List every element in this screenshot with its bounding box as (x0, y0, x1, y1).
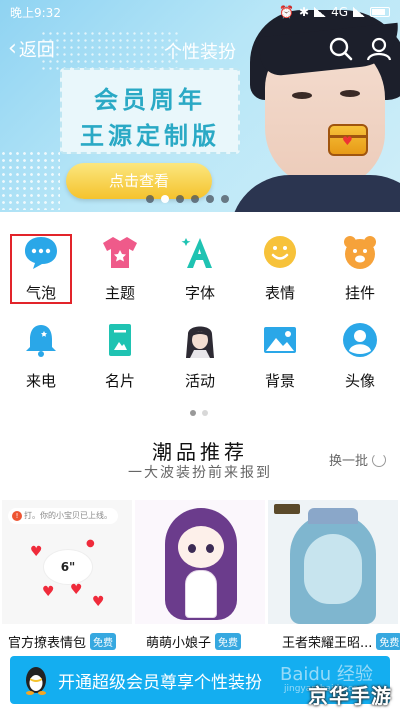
landscape-image-icon (264, 327, 296, 353)
category-ringtone[interactable]: 来电 (5, 300, 77, 390)
category-label: 头像 (344, 372, 375, 390)
pager-dot (221, 195, 229, 203)
qq-penguin-icon (26, 667, 46, 695)
character-avatar-icon (186, 326, 214, 358)
product-card[interactable] (135, 500, 265, 624)
product-card[interactable] (268, 500, 398, 624)
product-name: 官方撩表情包 (8, 636, 87, 651)
product-caption[interactable]: 萌萌小娘子 免费 (146, 632, 242, 651)
page-title: 个性装扮 (164, 42, 236, 63)
pager-dot (176, 195, 184, 203)
category-emoji[interactable]: 表情 (244, 212, 316, 302)
heart-icon: ♥ (42, 584, 55, 600)
category-pager (190, 410, 208, 416)
top-nav: ‹ 返回 个性装扮 (0, 30, 400, 70)
search-icon[interactable] (328, 36, 354, 62)
signal-icon (314, 7, 327, 17)
product-card[interactable]: 打。你的小宝贝已上线。 6" ♥ ♥ ♥ ♥ ● (2, 500, 132, 624)
pager-dot-active (161, 195, 169, 203)
heart-icon: ● (86, 538, 95, 549)
refresh-icon (372, 452, 386, 467)
pager-dot-active (190, 410, 196, 416)
category-label: 背景 (264, 372, 295, 390)
product-name: 王者荣耀王昭... (282, 636, 373, 651)
category-label: 名片 (104, 372, 135, 390)
chat-preview-bubble: 打。你的小宝贝已上线。 (8, 508, 118, 524)
category-avatar[interactable]: 头像 (324, 300, 396, 390)
bear-pendant-icon (344, 236, 376, 269)
highlight-box (10, 234, 72, 304)
bell-icon (26, 325, 56, 357)
signal-icon (353, 7, 365, 17)
font-a-icon (181, 238, 212, 268)
category-theme[interactable]: 主题 (84, 212, 156, 302)
card-icon (109, 324, 131, 356)
pager-dot (191, 195, 199, 203)
heart-icon: ♥ (70, 582, 83, 598)
product-caption[interactable]: 官方撩表情包 免费 (8, 632, 117, 651)
banner-pager (146, 195, 229, 203)
promo-card: 会员周年 王源定制版 (60, 68, 240, 154)
status-bar: 晚上9:32 ⏰ ✱ 4G (0, 0, 400, 24)
smiley-icon (264, 236, 296, 268)
bluetooth-icon: ✱ (299, 5, 310, 19)
free-badge: 免费 (90, 633, 117, 650)
category-background[interactable]: 背景 (244, 300, 316, 390)
status-time: 晚上9:32 (10, 5, 61, 20)
category-pendant[interactable]: 挂件 (324, 212, 396, 302)
free-badge: 免费 (376, 633, 400, 650)
category-label: 来电 (25, 372, 56, 390)
vip-label: 开通超级会员尊享个性装扮 (58, 672, 262, 693)
chevron-left-icon: ‹ (8, 36, 17, 61)
game-logo (274, 504, 300, 514)
product-caption[interactable]: 王者荣耀王昭... 免费 (282, 632, 400, 651)
site-watermark: 京华手游 (308, 684, 392, 708)
category-label: 活动 (184, 372, 215, 390)
person-head-icon (343, 323, 377, 357)
pager-dot (146, 195, 154, 203)
category-activity[interactable]: 活动 (164, 300, 236, 390)
promo-line-2: 王源定制版 (80, 121, 220, 150)
pager-dot (202, 410, 208, 416)
decoration-dots (0, 150, 60, 210)
promo-line-1: 会员周年 (94, 85, 206, 114)
heart-icon: ♥ (30, 544, 43, 560)
battery-icon (370, 7, 390, 17)
tshirt-icon (103, 237, 137, 268)
alarm-icon: ⏰ (279, 5, 294, 19)
back-button[interactable]: ‹ 返回 (8, 36, 55, 62)
treasure-chest-icon (328, 124, 368, 156)
free-badge: 免费 (215, 633, 242, 650)
heart-icon: ♥ (92, 594, 105, 610)
network-type: 4G (331, 5, 348, 19)
category-namecard[interactable]: 名片 (84, 300, 156, 390)
product-name: 萌萌小娘子 (146, 636, 212, 651)
refresh-button[interactable]: 换一批 (329, 450, 386, 469)
user-profile-icon[interactable] (366, 36, 392, 62)
refresh-label: 换一批 (328, 454, 368, 469)
voice-bubble: 6" (44, 550, 92, 584)
hero-banner[interactable]: 晚上9:32 ⏰ ✱ 4G ‹ 返回 个性装扮 会员周年 王源定制版 点击查看 (0, 0, 400, 212)
category-font[interactable]: 字体 (164, 212, 236, 302)
view-details-button[interactable]: 点击查看 (66, 163, 212, 199)
back-label: 返回 (18, 40, 55, 61)
pager-dot (206, 195, 214, 203)
